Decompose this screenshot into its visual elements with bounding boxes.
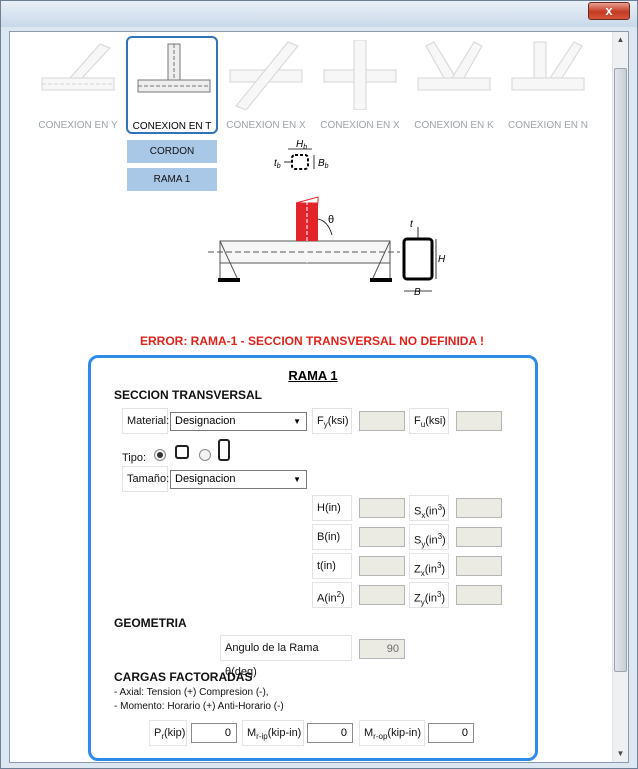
fy-field [359,411,405,431]
scroll-thumb[interactable] [614,68,627,672]
h-prop-label: H(in) [312,495,352,521]
h-field [359,498,405,518]
fu-field [456,411,502,431]
tipo-square-radio[interactable] [154,449,166,461]
square-section-icon [175,445,189,459]
connection-label: CONEXION EN Y [38,120,118,131]
mrip-label: Mr-ip(kip-in) [242,720,304,746]
connection-k-option[interactable]: CONEXION EN K [408,36,500,134]
zy-field [456,585,502,605]
hb-label: Hb [296,139,307,151]
theta-label: θ [328,214,334,226]
tamano-value: Designacion [175,473,236,485]
connection-label: CONEXION EN N [507,120,588,131]
rect-section-icon [218,439,230,461]
bb-label: Bb [318,158,329,170]
t-connection-icon [137,43,211,93]
geometry-title: GEOMETRIA [114,616,187,630]
n-connection-icon [511,41,585,91]
title-bar: x [1,1,637,27]
connection-label: CONEXION EN T [132,121,212,132]
t-prop-label: t(in) [312,553,352,579]
moment-note: - Momento: Horario (+) Anti-Horario (-) [114,701,284,712]
angle-field: 90 [359,639,405,659]
dialog-window: x CONEXION EN Y CONEXION EN T CONEXION E… [0,0,638,769]
chevron-down-icon: ▼ [293,475,301,484]
branch-panel: RAMA 1 SECCION TRANSVERSAL Material: Des… [88,355,538,761]
pr-label: Pr(kip) [149,720,187,746]
error-message: ERROR: RAMA-1 - SECCION TRANSVERSAL NO D… [139,334,484,348]
zx-label: Zx(in3) [409,553,449,579]
scroll-down-icon[interactable]: ▼ [613,746,628,762]
mrop-input[interactable]: 0 [428,723,474,743]
angle-label: Angulo de la Rama θ(deg) [220,635,352,678]
tipo-rect-radio[interactable] [199,449,211,461]
t-label: t [410,219,414,230]
t-field [359,556,405,576]
b-prop-label: B(in) [312,524,352,550]
h-label: H [438,254,446,265]
zx-field [456,556,502,576]
material-select[interactable]: Designacion ▼ [170,412,307,431]
zy-label: Zy(in3) [409,582,449,608]
close-button[interactable]: x [588,2,630,20]
connection-label: CONEXION EN K [414,120,494,131]
tamano-label: Tamaño: [122,466,169,492]
cross-connection-icon [323,40,397,110]
b-field [359,527,405,547]
material-value: Designacion [175,415,236,427]
mrip-input[interactable]: 0 [307,723,353,743]
connection-n-option[interactable]: CONEXION EN N [502,36,594,134]
panel-title: RAMA 1 [288,368,338,383]
sy-field [456,527,502,547]
tamano-select[interactable]: Designacion ▼ [170,470,307,489]
x-connection-icon [229,41,303,110]
sy-label: Sy(in3) [409,524,449,550]
connection-x-option[interactable]: CONEXION EN X [220,36,312,134]
section-title: SECCION TRANSVERSAL [114,388,263,402]
t-connection-diagram: Hb Bb tb θ t H B [208,139,446,298]
scroll-up-icon[interactable]: ▲ [613,32,628,48]
connection-x2-option[interactable]: CONEXION EN X [314,36,406,134]
b-label: B [414,287,421,298]
a-field [359,585,405,605]
material-label: Material: [122,408,169,434]
a-prop-label: A(in2) [312,582,352,608]
axial-note: - Axial: Tension (+) Compresion (-), [114,687,269,698]
pr-input[interactable]: 0 [191,723,237,743]
vertical-scrollbar[interactable]: ▲ ▼ [612,32,628,762]
fy-label: Fy(ksi) [312,408,352,434]
connection-label: CONEXION EN X [226,120,306,131]
connection-t-option[interactable]: CONEXION EN T [126,36,218,134]
sx-field [456,498,502,518]
tipo-label: Tipo: [122,452,147,464]
sx-label: Sx(in3) [409,495,449,521]
loads-title: CARGAS FACTORADAS [114,670,253,684]
connection-y-option[interactable]: CONEXION EN Y [32,36,124,134]
mrop-label: Mr-op(kip-in) [359,720,425,746]
content-area: CONEXION EN Y CONEXION EN T CONEXION EN … [9,31,629,763]
fu-label: Fu(ksi) [409,408,449,434]
tb-label: tb [274,158,281,170]
connection-label: CONEXION EN X [320,120,400,131]
k-connection-icon [417,41,491,91]
chevron-down-icon: ▼ [293,417,301,426]
y-connection-icon [41,43,115,91]
